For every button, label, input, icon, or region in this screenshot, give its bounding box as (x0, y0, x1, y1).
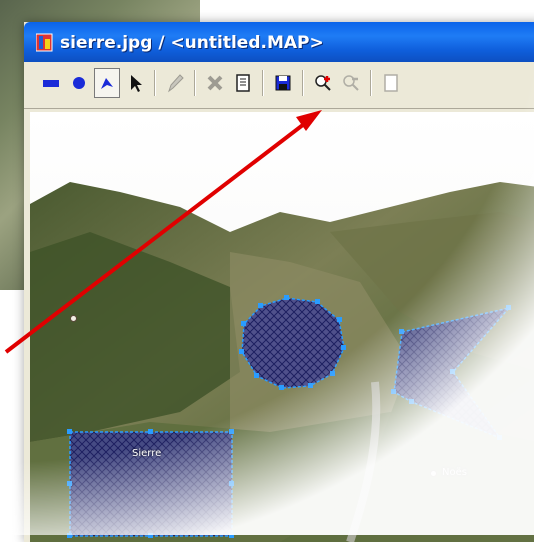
toolbar-separator (262, 70, 264, 96)
rectangle-icon (43, 80, 59, 87)
window-title: sierre.jpg / <untitled.MAP> (60, 33, 324, 53)
select-tool-button[interactable] (122, 68, 148, 98)
place-marker (70, 315, 77, 322)
floppy-disk-icon (275, 75, 291, 91)
zoom-in-icon (315, 75, 331, 91)
more-tools-button[interactable] (378, 68, 404, 98)
delete-tool-button[interactable] (202, 68, 228, 98)
document-icon (384, 74, 398, 92)
zoom-out-button[interactable] (338, 68, 364, 98)
toolbar-separator (154, 70, 156, 96)
place-label-noes: Noës (442, 467, 467, 478)
image-map-window: sierre.jpg / <untitled.MAP> Sierre Noës (24, 22, 534, 542)
toolbar (24, 62, 534, 109)
map-canvas[interactable]: Sierre Noës (30, 112, 534, 542)
circle-tool-button[interactable] (66, 68, 92, 98)
place-marker (430, 470, 437, 477)
zoom-in-button[interactable] (310, 68, 336, 98)
toolbar-separator (370, 70, 372, 96)
polygon-tool-button[interactable] (94, 68, 120, 98)
circle-icon (73, 77, 85, 89)
toolbar-separator (302, 70, 304, 96)
save-button[interactable] (270, 68, 296, 98)
place-label-sierre: Sierre (132, 448, 162, 459)
app-icon (36, 33, 53, 52)
toolbar-separator (194, 70, 196, 96)
rectangle-tool-button[interactable] (38, 68, 64, 98)
edit-tool-button[interactable] (162, 68, 188, 98)
delete-icon (207, 75, 223, 91)
properties-button[interactable] (230, 68, 256, 98)
document-icon (236, 74, 250, 92)
polygon-icon (101, 78, 113, 89)
zoom-out-icon (343, 75, 359, 91)
title-bar[interactable]: sierre.jpg / <untitled.MAP> (24, 22, 534, 62)
pointer-icon (131, 75, 142, 92)
pencil-icon (168, 74, 184, 93)
